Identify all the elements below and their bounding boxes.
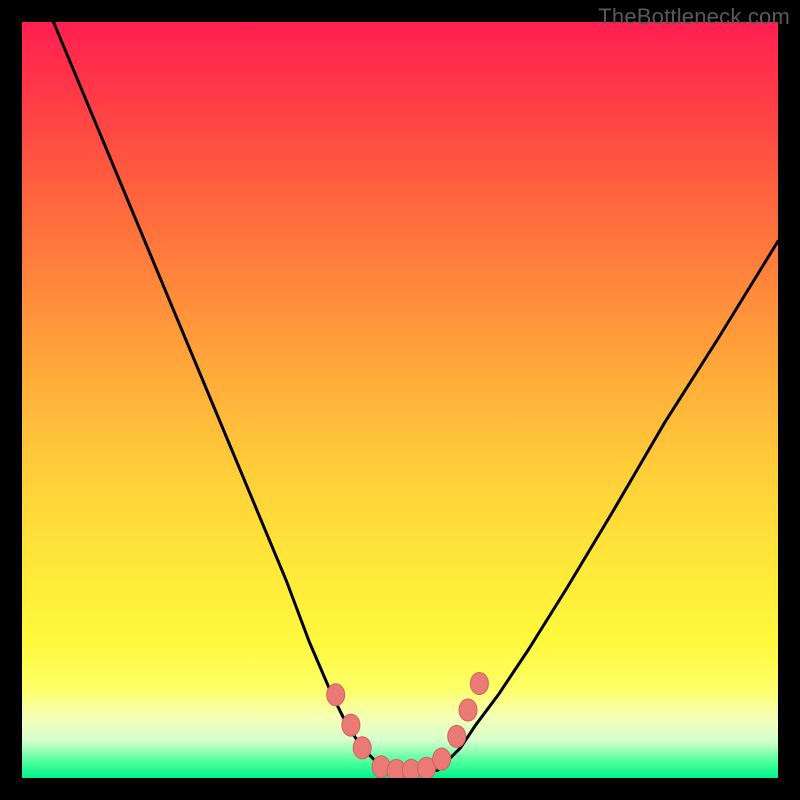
data-marker bbox=[327, 684, 345, 706]
data-marker bbox=[433, 748, 451, 770]
bottleneck-curve-line bbox=[22, 22, 778, 770]
data-marker bbox=[459, 699, 477, 721]
data-marker bbox=[448, 725, 466, 747]
data-marker bbox=[353, 737, 371, 759]
data-markers-group bbox=[327, 673, 489, 779]
chart-frame: TheBottleneck.com bbox=[0, 0, 800, 800]
data-marker bbox=[342, 714, 360, 736]
bottleneck-curve-svg bbox=[22, 22, 778, 778]
gradient-plot-area bbox=[22, 22, 778, 778]
watermark-text: TheBottleneck.com bbox=[598, 4, 790, 30]
data-marker bbox=[470, 673, 488, 695]
